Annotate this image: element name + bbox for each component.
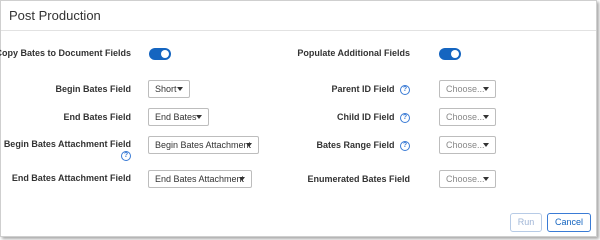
- caret-down-icon: [483, 87, 489, 91]
- caret-down-icon: [246, 143, 252, 147]
- child-id-select[interactable]: Choose...: [439, 108, 496, 126]
- end-attach-label: End Bates Attachment Field: [11, 173, 131, 183]
- begin-attach-select[interactable]: Begin Bates Attachment: [148, 136, 259, 154]
- run-button[interactable]: Run: [510, 213, 542, 232]
- begin-bates-select[interactable]: Short: [148, 80, 190, 98]
- range-label: Bates Range Field ?: [260, 140, 410, 151]
- parent-id-select[interactable]: Choose...: [439, 80, 496, 98]
- caret-down-icon: [483, 177, 489, 181]
- end-bates-label: End Bates Field: [63, 112, 131, 122]
- range-select[interactable]: Choose...: [439, 136, 496, 154]
- populate-toggle[interactable]: [439, 48, 461, 60]
- toggle-knob: [161, 50, 169, 58]
- cancel-button[interactable]: Cancel: [547, 213, 591, 232]
- dialog-title: Post Production: [9, 8, 101, 23]
- populate-label: Populate Additional Fields: [297, 48, 410, 58]
- help-icon[interactable]: ?: [400, 112, 410, 123]
- caret-down-icon: [196, 115, 202, 119]
- copy-bates-label: Copy Bates to Document Fields: [0, 48, 131, 58]
- help-icon[interactable]: ?: [400, 84, 410, 95]
- caret-down-icon: [239, 177, 245, 181]
- caret-down-icon: [483, 143, 489, 147]
- caret-down-icon: [177, 87, 183, 91]
- child-id-label: Child ID Field ?: [260, 112, 410, 123]
- caret-down-icon: [483, 115, 489, 119]
- begin-attach-label: Begin Bates Attachment Field ?: [3, 139, 131, 161]
- enumerated-select[interactable]: Choose...: [439, 170, 496, 188]
- toggle-knob: [451, 50, 459, 58]
- end-attach-select[interactable]: End Bates Attachment: [148, 170, 252, 188]
- enumerated-label: Enumerated Bates Field: [307, 174, 410, 184]
- parent-id-label: Parent ID Field ?: [260, 84, 410, 95]
- begin-bates-label: Begin Bates Field: [55, 84, 131, 94]
- dialog-header: Post Production: [1, 1, 596, 31]
- post-production-dialog: Post Production Copy Bates to Document F…: [0, 0, 597, 237]
- copy-bates-toggle[interactable]: [149, 48, 171, 60]
- end-bates-select[interactable]: End Bates: [148, 108, 209, 126]
- help-icon[interactable]: ?: [400, 140, 410, 151]
- help-icon[interactable]: ?: [121, 150, 131, 161]
